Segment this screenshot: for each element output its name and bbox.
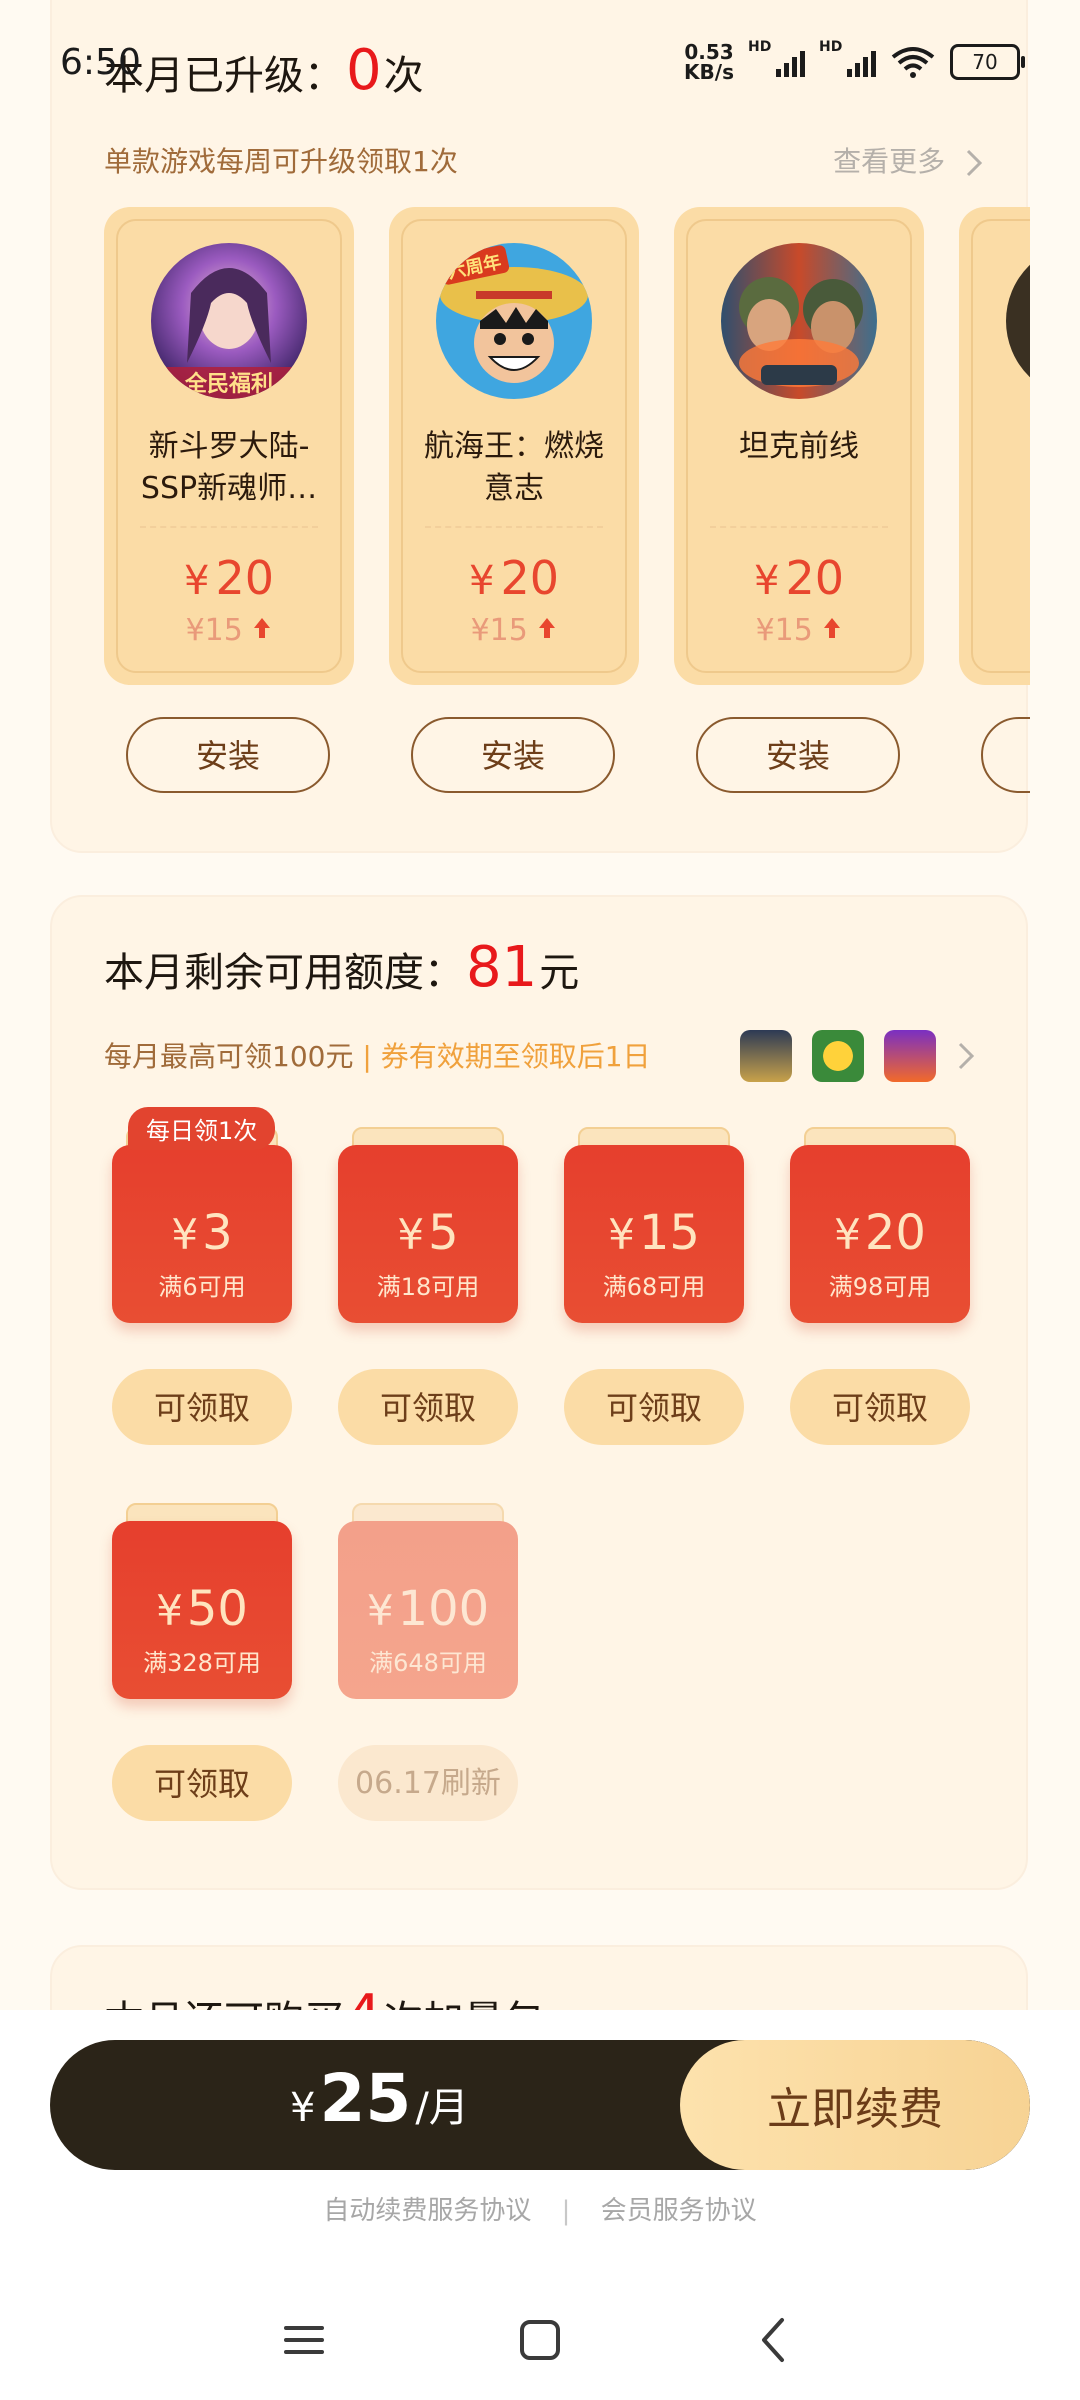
- quota-title: 本月剩余可用额度：81元: [104, 935, 580, 1000]
- game-icon: 六周年: [436, 243, 592, 399]
- claim-button[interactable]: 可领取: [112, 1745, 292, 1821]
- coupon-amount: ¥3: [171, 1205, 233, 1261]
- game-icon: [812, 1030, 864, 1082]
- renew-now-button[interactable]: 立即续费: [680, 2040, 1030, 2170]
- install-button[interactable]: 安装: [411, 717, 615, 793]
- coupon-amount: ¥100: [366, 1581, 490, 1637]
- game-list[interactable]: 全民福利 新斗罗大陆-SSP新魂师… ¥20 ¥15 安装 六周年 航海王：燃烧…: [104, 207, 1030, 807]
- coupon-card: ¥20 满98可用: [790, 1127, 970, 1323]
- game-item[interactable]: 六周年 航海王：燃烧意志 ¥20 ¥15 安装: [389, 207, 639, 807]
- quota-subtitle: 每月最高可领100元 | 券有效期至领取后1日: [104, 1040, 651, 1073]
- game-tile[interactable]: 全民福利 新斗罗大陆-SSP新魂师… ¥20 ¥15: [104, 207, 354, 685]
- game-icon: [1006, 243, 1030, 399]
- auto-renew-agreement-link[interactable]: 自动续费服务协议: [323, 2196, 531, 2226]
- coupon-amount: ¥5: [397, 1205, 459, 1261]
- chevron-right-icon: [966, 149, 983, 177]
- game-price-old: ¥15: [118, 613, 340, 648]
- arrow-up-icon: [254, 618, 271, 638]
- game-price-old: ¥15: [403, 613, 625, 648]
- back-icon[interactable]: [744, 2310, 804, 2370]
- install-button[interactable]: 安装: [696, 717, 900, 793]
- claim-button[interactable]: 可领取: [790, 1369, 970, 1445]
- game-item[interactable]: [959, 207, 1030, 807]
- svg-text:全民福利: 全民福利: [184, 371, 273, 397]
- refresh-date-button: 06.17刷新: [338, 1745, 518, 1821]
- game-tile[interactable]: [959, 207, 1030, 685]
- chevron-right-icon: [958, 1042, 975, 1070]
- view-more-link[interactable]: 查看更多: [833, 140, 984, 180]
- coupon-card: ¥50 满328可用: [112, 1503, 292, 1699]
- network-speed: 0.53 KB/s: [684, 40, 734, 84]
- arrow-up-icon: [539, 618, 556, 638]
- game-tile[interactable]: 坦克前线 ¥20 ¥15: [674, 207, 924, 685]
- home-icon[interactable]: [510, 2310, 570, 2370]
- signal-icon: HD: [748, 39, 805, 77]
- member-agreement-link[interactable]: 会员服务协议: [601, 2196, 757, 2226]
- menu-icon[interactable]: [274, 2310, 334, 2370]
- quota-card: 本月剩余可用额度：81元 每月最高可领100元 | 券有效期至领取后1日 ¥3 …: [50, 895, 1028, 1890]
- coupon-card: ¥100 满648可用: [338, 1503, 518, 1699]
- status-icons: 0.53 KB/s HD HD 70: [684, 39, 1025, 84]
- coupon-condition: 满98可用: [828, 1273, 932, 1301]
- featured-games[interactable]: [740, 1030, 976, 1082]
- game-tile[interactable]: 六周年 航海王：燃烧意志 ¥20 ¥15: [389, 207, 639, 685]
- game-price-new: ¥20: [754, 551, 844, 605]
- game-price-new: ¥20: [469, 551, 559, 605]
- coupon-condition: 满648可用: [369, 1649, 487, 1677]
- renew-bar: ¥ 25 /月 立即续费: [50, 2040, 1030, 2170]
- claim-button[interactable]: 可领取: [338, 1369, 518, 1445]
- signal-icon: HD: [819, 39, 876, 77]
- arrow-up-icon: [824, 618, 841, 638]
- game-icon: [721, 243, 877, 399]
- upgrade-subtitle: 单款游戏每周可升级领取1次: [104, 145, 458, 178]
- game-item[interactable]: 全民福利 新斗罗大陆-SSP新魂师… ¥20 ¥15 安装: [104, 207, 354, 807]
- claim-button[interactable]: 可领取: [564, 1369, 744, 1445]
- status-time: 6:50: [60, 42, 141, 83]
- renew-price: ¥ 25 /月: [290, 2060, 469, 2137]
- game-price-new: ¥20: [184, 551, 274, 605]
- coupon-card: ¥15 满68可用: [564, 1127, 744, 1323]
- game-name: 航海王：燃烧意志: [424, 429, 604, 506]
- quota-amount: 81: [466, 935, 538, 1000]
- daily-badge: 每日领1次: [128, 1107, 276, 1150]
- coupon-condition: 满6可用: [158, 1273, 246, 1301]
- coupon-condition: 满18可用: [376, 1273, 480, 1301]
- coupon-amount: ¥50: [156, 1581, 248, 1637]
- coupon-card: ¥3 满6可用: [112, 1127, 292, 1323]
- status-bar: 6:50 0.53 KB/s HD HD 70: [0, 0, 1080, 130]
- game-icon: 全民福利: [151, 243, 307, 399]
- battery-icon: 70: [950, 44, 1025, 80]
- game-icon: [884, 1030, 936, 1082]
- game-price-old: ¥15: [688, 613, 910, 648]
- game-name: 新斗罗大陆-SSP新魂师…: [140, 429, 318, 506]
- agreement-links: 自动续费服务协议 | 会员服务协议: [323, 2196, 757, 2226]
- coupon-condition: 满68可用: [602, 1273, 706, 1301]
- game-icon: [740, 1030, 792, 1082]
- coupon-condition: 满328可用: [143, 1649, 261, 1677]
- install-button[interactable]: [981, 717, 1030, 793]
- claim-button[interactable]: 可领取: [112, 1369, 292, 1445]
- coupon-card: ¥5 满18可用: [338, 1127, 518, 1323]
- wifi-icon: [891, 47, 935, 78]
- system-nav-bar: [0, 2300, 1080, 2380]
- install-button[interactable]: 安装: [126, 717, 330, 793]
- coupon-amount: ¥20: [834, 1205, 926, 1261]
- game-name: 坦克前线: [739, 429, 859, 464]
- game-item[interactable]: 坦克前线 ¥20 ¥15 安装: [674, 207, 924, 807]
- coupon-amount: ¥15: [608, 1205, 700, 1261]
